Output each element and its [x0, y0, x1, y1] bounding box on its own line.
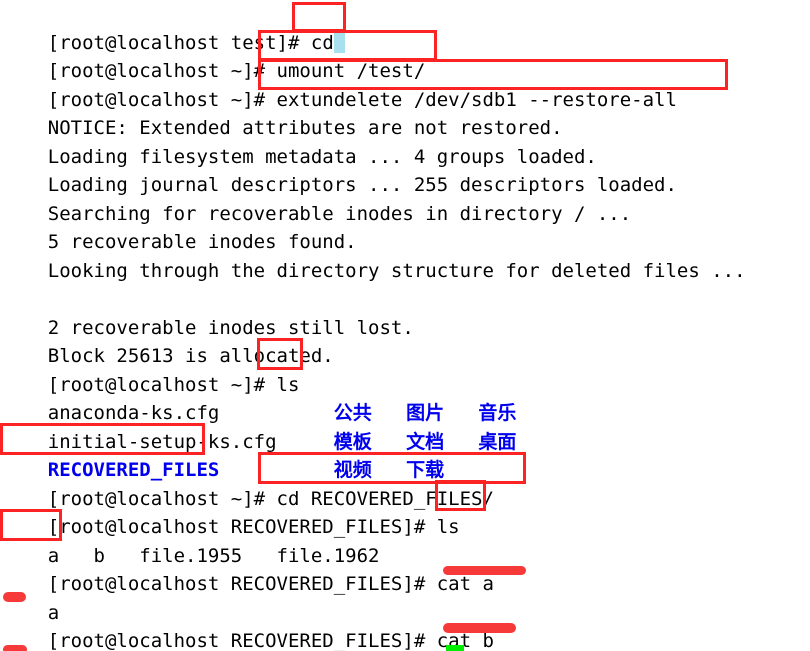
terminal-line: initial-setup-ks.cfg 模板 文档 桌面 — [2, 399, 517, 453]
terminal-line: [root@localhost ~]# ls — [2, 342, 300, 396]
terminal-line: Block 25613 is allocated. — [2, 313, 334, 367]
terminal-line: [root@localhost ~]# extundelete /dev/sdb… — [2, 57, 677, 111]
shell-prompt: [root@localhost RECOVERED_FILES]# — [47, 629, 437, 651]
shell-command: ls — [436, 515, 460, 538]
command-output: Looking through the directory structure … — [47, 259, 746, 282]
terminal-line: [root@localhost test]# cd — [2, 0, 345, 54]
terminal-line: Looking through the directory structure … — [2, 228, 746, 282]
terminal-line: 5 recoverable inodes found. — [2, 199, 357, 253]
terminal-line: Loading journal descriptors ... 255 desc… — [2, 142, 677, 196]
terminal-line: a — [2, 570, 59, 624]
shell-command: cat a — [436, 572, 494, 595]
terminal-line: Searching for recoverable inodes in dire… — [2, 171, 631, 225]
shell-command: cat b — [436, 629, 494, 651]
terminal-line: 2 recoverable inodes still lost. — [2, 285, 414, 339]
terminal-line: [root@localhost RECOVERED_FILES]# ls — [2, 484, 460, 538]
terminal-line: RECOVERED_FILES 视频 下载 — [2, 427, 444, 481]
terminal-line: [root@localhost ~]# umount /test/ — [2, 28, 426, 82]
terminal-window[interactable]: [root@localhost test]# cd [root@localhos… — [0, 0, 810, 651]
terminal-line: Loading filesystem metadata ... 4 groups… — [2, 114, 597, 168]
terminal-line: NOTICE: Extended attributes are not rest… — [2, 85, 563, 139]
terminal-line: anaconda-ks.cfg 公共 图片 音乐 — [2, 370, 517, 424]
terminal-line: a — [2, 627, 59, 651]
terminal-line: [root@localhost RECOVERED_FILES]# cat a — [2, 541, 494, 595]
terminal-line: a b file.1955 file.1962 — [2, 513, 380, 567]
shell-prompt: [root@localhost RECOVERED_FILES]# — [47, 572, 437, 595]
terminal-line: [root@localhost RECOVERED_FILES]# cat b — [2, 598, 494, 651]
terminal-line: [root@localhost ~]# cd RECOVERED_FILES/ — [2, 456, 494, 510]
